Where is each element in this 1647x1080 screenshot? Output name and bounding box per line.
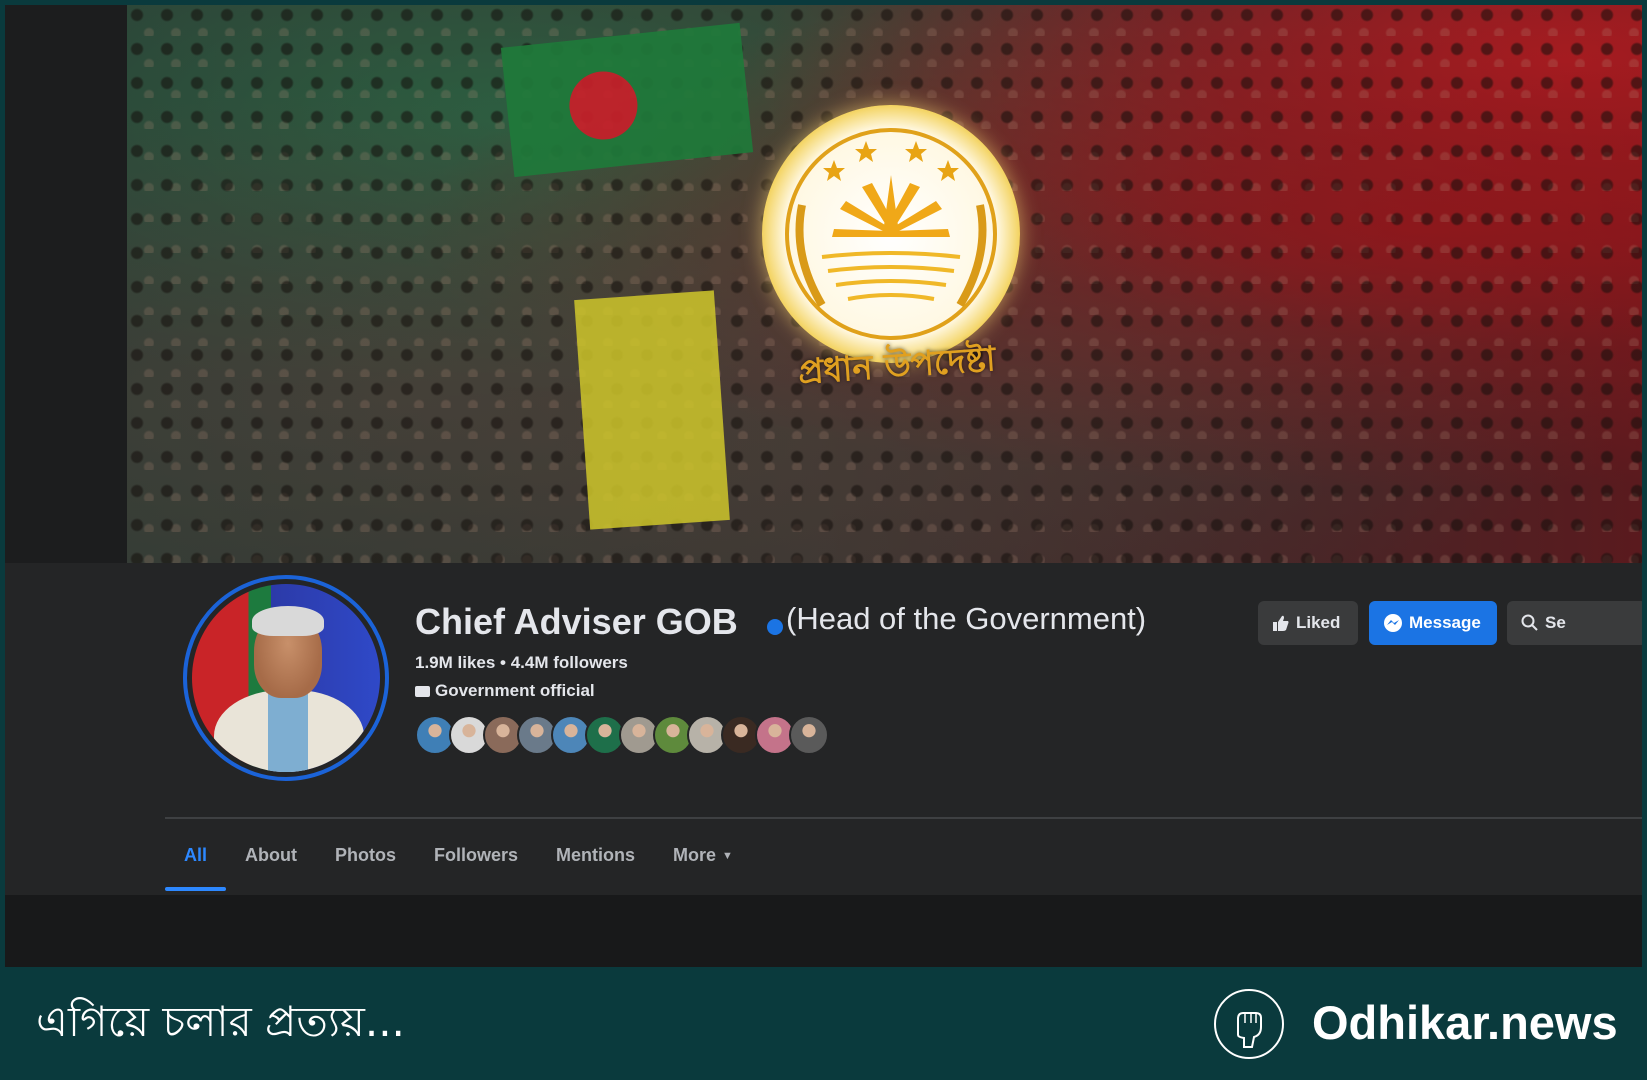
avatar (192, 584, 380, 772)
follower-avatars[interactable] (415, 715, 829, 757)
message-label: Message (1409, 613, 1481, 632)
briefcase-icon (415, 685, 430, 697)
raised-fist-icon (1214, 989, 1284, 1059)
verified-badge-icon (767, 619, 783, 635)
flag-red-disc (566, 68, 641, 143)
follower-avatar[interactable] (789, 715, 829, 755)
profile-picture[interactable] (183, 575, 389, 781)
feed-area (5, 895, 1642, 967)
messenger-icon (1384, 614, 1402, 632)
message-button[interactable]: Message (1369, 601, 1497, 645)
tab-photos[interactable]: Photos (316, 841, 415, 891)
likes-followers-count[interactable]: 1.9M likes • 4.4M followers (415, 653, 628, 673)
tab-label: Photos (335, 845, 396, 865)
liked-label: Liked (1296, 613, 1341, 632)
footer-tagline: এগিয়ে চলার প্রত্যয়... (36, 997, 405, 1046)
tab-all[interactable]: All (165, 841, 227, 891)
liked-button[interactable]: Liked (1258, 601, 1358, 645)
search-label: Se (1545, 613, 1566, 632)
search-button[interactable]: Se (1507, 601, 1642, 645)
tab-mentions[interactable]: Mentions (537, 841, 654, 891)
protest-placard (574, 290, 730, 530)
profile-divider (165, 817, 1642, 819)
page-category-label: Government official (435, 681, 595, 700)
page-category: Government official (415, 681, 595, 701)
caret-down-icon: ▼ (722, 850, 733, 862)
bangladesh-flag (500, 22, 754, 178)
left-gutter (5, 5, 127, 563)
page-subtitle: (Head of the Government) (786, 601, 1147, 636)
search-icon (1521, 614, 1538, 631)
page-title: Chief Adviser GOB (415, 601, 738, 642)
tab-label: More (673, 845, 717, 865)
avatar-hair (252, 606, 324, 636)
avatar-shirt (268, 694, 308, 772)
thumbs-up-icon (1273, 615, 1289, 631)
national-emblem-icon (762, 105, 1020, 363)
tab-more[interactable]: More ▼ (654, 841, 752, 891)
footer-banner: এগিয়ে চলার প্রত্যয়... Odhikar.news (0, 967, 1647, 1080)
tab-label: Mentions (556, 845, 636, 865)
tab-label: About (245, 845, 297, 865)
tab-about[interactable]: About (226, 841, 316, 891)
tab-label: All (184, 845, 208, 865)
news-image-frame: প্রধান উপদেষ্টা Chief Adviser GOB (Head … (0, 0, 1647, 1080)
brand-name: Odhikar.news (1312, 996, 1618, 1049)
facebook-page-screenshot: প্রধান উপদেষ্টা Chief Adviser GOB (Head … (5, 5, 1642, 967)
tab-followers[interactable]: Followers (415, 841, 537, 891)
cover-photo[interactable]: প্রধান উপদেষ্টা (127, 5, 1642, 563)
profile-tabs: All About Photos Followers Mentions More… (165, 841, 752, 891)
tab-label: Followers (434, 845, 519, 865)
